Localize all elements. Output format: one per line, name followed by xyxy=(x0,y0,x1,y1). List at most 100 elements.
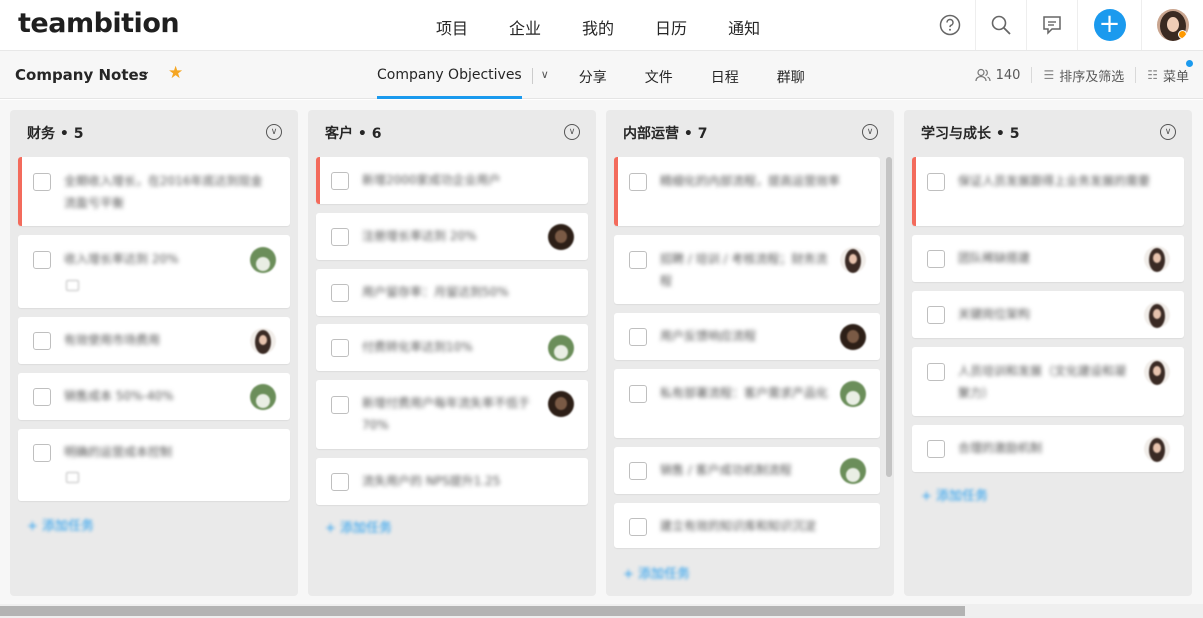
task-checkbox[interactable] xyxy=(33,173,51,191)
task-checkbox[interactable] xyxy=(629,462,647,480)
task-card[interactable]: 合理的激励机制 xyxy=(912,425,1184,472)
task-checkbox[interactable] xyxy=(33,444,51,462)
task-checkbox[interactable] xyxy=(629,328,647,346)
task-checkbox[interactable] xyxy=(629,173,647,191)
task-card[interactable]: 全期收入增长，在2016年底达到现金流盈亏平衡 xyxy=(18,157,290,226)
task-checkbox[interactable] xyxy=(629,518,647,536)
assignee-avatar[interactable] xyxy=(840,247,866,273)
task-card[interactable]: 收入增长率达到 20% xyxy=(18,235,290,308)
user-avatar-button[interactable] xyxy=(1141,0,1203,50)
assignee-avatar[interactable] xyxy=(548,391,574,417)
task-card[interactable]: 精细化的内部流程，提高运营效率 xyxy=(614,157,880,226)
tab-group-chat[interactable]: 群聊 xyxy=(777,51,805,99)
task-card[interactable]: 流失用户的 NPS提升1.25 xyxy=(316,458,588,505)
task-card[interactable]: 私有部署流程：客户需求产品化 xyxy=(614,369,880,438)
task-card[interactable]: 新增付费用户每年流失率不低于70% xyxy=(316,380,588,449)
task-checkbox[interactable] xyxy=(927,306,945,324)
app-logo[interactable]: teambition xyxy=(18,8,180,39)
task-card[interactable]: 建立有效的知识库和知识沉淀 xyxy=(614,503,880,548)
menu-button[interactable]: ☷ 菜单 xyxy=(1147,59,1194,85)
assignee-avatar[interactable] xyxy=(1144,246,1170,272)
add-task-button[interactable]: + 添加任务 xyxy=(27,515,94,534)
task-checkbox[interactable] xyxy=(927,250,945,268)
nav-item-calendar[interactable]: 日历 xyxy=(655,15,687,39)
task-checkbox[interactable] xyxy=(927,363,945,381)
column-internal-ops: 内部运营 • 7 ∨ 精细化的内部流程，提高运营效率 招聘 / 培训 / 考核流… xyxy=(606,110,894,596)
star-icon[interactable]: ★ xyxy=(168,63,183,83)
add-button[interactable]: + xyxy=(1077,0,1141,50)
assignee-avatar[interactable] xyxy=(250,384,276,410)
task-checkbox[interactable] xyxy=(33,332,51,350)
task-checkbox[interactable] xyxy=(629,251,647,269)
tab-company-objectives[interactable]: Company Objectives xyxy=(377,51,522,99)
task-card[interactable]: 人员培训和发展（文化建设和凝聚力） xyxy=(912,347,1184,416)
scrollbar-thumb[interactable] xyxy=(0,606,965,616)
chevron-down-icon[interactable]: ∨ xyxy=(541,51,549,81)
column-scrollbar[interactable] xyxy=(886,157,892,477)
nav-item-enterprise[interactable]: 企业 xyxy=(509,15,541,39)
chat-button[interactable] xyxy=(1026,0,1077,50)
task-checkbox[interactable] xyxy=(331,473,349,491)
nav-item-notifications[interactable]: 通知 xyxy=(728,15,760,39)
task-checkbox[interactable] xyxy=(331,284,349,302)
task-title: 保证人员发展跟得上业务发展的需要 xyxy=(958,174,1151,188)
task-checkbox[interactable] xyxy=(331,172,349,190)
search-button[interactable] xyxy=(975,0,1026,50)
tab-schedule[interactable]: 日程 xyxy=(711,51,739,99)
assignee-avatar[interactable] xyxy=(250,328,276,354)
task-card[interactable]: 注册增长率达到 20% xyxy=(316,213,588,260)
task-checkbox[interactable] xyxy=(629,385,647,403)
assignee-avatar[interactable] xyxy=(840,324,866,350)
task-board: 财务 • 5 ∨ 全期收入增长，在2016年底达到现金流盈亏平衡 收入增长率达到… xyxy=(0,100,1203,604)
assignee-avatar[interactable] xyxy=(548,224,574,250)
task-card[interactable]: 付费转化率达到10% xyxy=(316,324,588,371)
collapse-icon[interactable]: ∨ xyxy=(564,124,580,140)
task-checkbox[interactable] xyxy=(927,440,945,458)
add-task-button[interactable]: + 添加任务 xyxy=(325,517,392,536)
assignee-avatar[interactable] xyxy=(250,247,276,273)
task-checkbox[interactable] xyxy=(927,173,945,191)
column-title: 财务 • 5 xyxy=(27,126,84,142)
chevron-down-icon[interactable]: ⌄ xyxy=(140,64,151,79)
task-card[interactable]: 销售成本 50%-40% xyxy=(18,373,290,420)
task-card[interactable]: 保证人员发展跟得上业务发展的需要 xyxy=(912,157,1184,226)
assignee-avatar[interactable] xyxy=(548,335,574,361)
assignee-avatar[interactable] xyxy=(1144,302,1170,328)
task-card[interactable]: 用户留存率：月留达到50% xyxy=(316,269,588,316)
task-card[interactable]: 销售 / 客户成功机制流程 xyxy=(614,447,880,494)
assignee-avatar[interactable] xyxy=(840,381,866,407)
help-icon xyxy=(939,14,960,36)
add-task-button[interactable]: + 添加任务 xyxy=(623,563,690,582)
task-card[interactable]: 有效使用市场费用 xyxy=(18,317,290,364)
collapse-icon[interactable]: ∨ xyxy=(266,124,282,140)
sort-filter-button[interactable]: ☰ 排序及筛选 xyxy=(1043,66,1124,85)
assignee-avatar[interactable] xyxy=(1144,436,1170,462)
collapse-icon[interactable]: ∨ xyxy=(1160,124,1176,140)
tab-share[interactable]: 分享 xyxy=(579,51,607,99)
task-title: 合理的激励机制 xyxy=(958,441,1043,455)
add-task-button[interactable]: + 添加任务 xyxy=(921,485,988,504)
members-button[interactable]: 140 xyxy=(975,68,1020,83)
task-card[interactable]: 用户反馈响应流程 xyxy=(614,313,880,360)
assignee-avatar[interactable] xyxy=(1144,359,1170,385)
help-button[interactable] xyxy=(924,0,975,50)
horizontal-scrollbar[interactable] xyxy=(0,604,1203,618)
project-title[interactable]: Company Notes xyxy=(15,66,148,84)
task-title: 明确的运营成本控制 xyxy=(64,445,173,459)
assignee-avatar[interactable] xyxy=(840,458,866,484)
task-checkbox[interactable] xyxy=(331,228,349,246)
nav-item-projects[interactable]: 项目 xyxy=(436,15,468,39)
task-card[interactable]: 新增2000家成功企业用户 xyxy=(316,157,588,204)
task-card[interactable]: 团队稀缺搭建 xyxy=(912,235,1184,282)
task-card[interactable]: 招聘 / 培训 / 考核流程；财务流程 xyxy=(614,235,880,304)
task-card[interactable]: 关键岗位架构 xyxy=(912,291,1184,338)
task-card[interactable]: 明确的运营成本控制 xyxy=(18,429,290,501)
task-checkbox[interactable] xyxy=(33,388,51,406)
collapse-icon[interactable]: ∨ xyxy=(862,124,878,140)
tab-files[interactable]: 文件 xyxy=(645,51,673,99)
task-checkbox[interactable] xyxy=(331,339,349,357)
task-checkbox[interactable] xyxy=(331,396,349,414)
nav-item-mine[interactable]: 我的 xyxy=(582,15,614,39)
task-title: 销售 / 客户成功机制流程 xyxy=(660,463,792,477)
task-checkbox[interactable] xyxy=(33,251,51,269)
